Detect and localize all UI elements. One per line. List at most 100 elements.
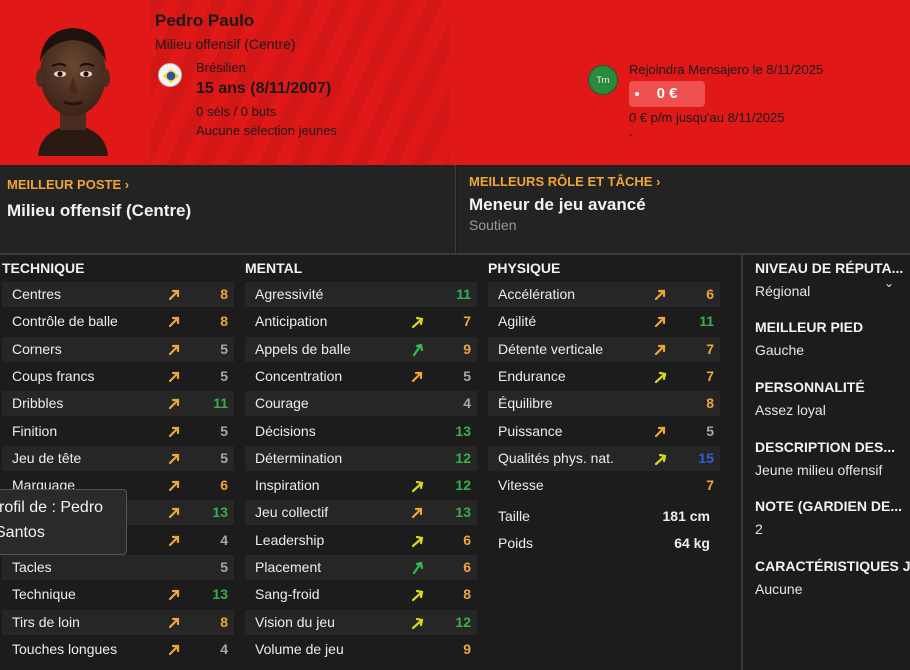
attribute-value: 13 xyxy=(212,586,228,603)
trend-arrow-icon xyxy=(168,506,182,520)
attribute-row[interactable]: Appels de balle 9 xyxy=(245,336,477,362)
attribute-row[interactable]: Décisions 13 xyxy=(245,419,477,444)
attribute-row[interactable]: Accélération 6 xyxy=(488,282,720,307)
info-item[interactable]: CARACTÉRISTIQUES J Aucune xyxy=(755,558,910,597)
attribute-row[interactable]: Vitesse 7 xyxy=(488,473,720,498)
technical-heading: TECHNIQUE xyxy=(2,260,85,276)
info-item[interactable]: MEILLEUR PIED Gauche xyxy=(755,319,910,358)
best-role-duty: Soutien xyxy=(469,217,517,233)
attribute-row[interactable]: Coups francs 5 xyxy=(2,364,234,389)
attribute-row[interactable]: Technique 13 xyxy=(2,582,234,607)
trend-arrow-icon xyxy=(168,588,182,602)
attribute-row[interactable]: Anticipation 7 xyxy=(245,309,477,334)
trend-arrow-icon xyxy=(168,343,182,357)
attribute-name: Sang-froid xyxy=(255,586,320,603)
trend-arrow-icon xyxy=(168,288,182,302)
attribute-value: 12 xyxy=(455,477,471,494)
weight-value: 64 kg xyxy=(674,535,710,551)
height-row: Taille 181 cm xyxy=(488,503,720,529)
trend-arrow-icon xyxy=(411,343,425,357)
attribute-row[interactable]: Endurance 7 xyxy=(488,364,720,389)
attribute-value: 5 xyxy=(220,559,228,575)
attribute-value: 12 xyxy=(455,613,471,630)
best-role-title[interactable]: MEILLEURS RÔLE ET TÂCHE xyxy=(469,174,660,189)
attribute-row[interactable]: Leadership 6 xyxy=(245,528,477,553)
attribute-row[interactable]: Sang-froid 8 xyxy=(245,582,477,607)
attribute-value: 5 xyxy=(463,367,471,384)
attribute-name: Décisions xyxy=(255,422,316,439)
attribute-row[interactable]: Contrôle de balle 8 xyxy=(2,309,234,334)
trend-arrow-icon xyxy=(411,561,425,575)
info-item[interactable]: DESCRIPTION DES... Jeune milieu offensif xyxy=(755,439,910,478)
attribute-row[interactable]: Inspiration 12 xyxy=(245,473,477,498)
attribute-name: Corners xyxy=(12,340,62,357)
attribute-row[interactable]: Placement 6 xyxy=(245,555,477,580)
tooltip-box: rofil de : Pedro Santos xyxy=(0,489,127,555)
brazil-flag-icon xyxy=(158,63,182,87)
attribute-row[interactable]: Volume de jeu 9 xyxy=(245,637,477,662)
trend-arrow-icon xyxy=(411,534,425,548)
club-badge-icon[interactable]: Trn xyxy=(588,65,618,95)
attribute-row[interactable]: Tirs de loin 8 xyxy=(2,609,234,635)
attribute-row[interactable]: Centres 8 xyxy=(2,282,234,307)
height-value: 181 cm xyxy=(662,508,710,524)
attribute-name: Dribbles xyxy=(12,395,64,412)
attribute-name: Détermination xyxy=(255,449,343,466)
info-item[interactable]: PERSONNALITÉ Assez loyal xyxy=(755,379,910,418)
attribute-row[interactable]: Dribbles 11 xyxy=(2,391,234,417)
attribute-value: 13 xyxy=(455,422,471,439)
attribute-row[interactable]: Courage 4 xyxy=(245,391,477,417)
attribute-row[interactable]: Jeu de tête 5 xyxy=(2,445,234,471)
attribute-value: 5 xyxy=(220,340,228,357)
info-value: Aucune xyxy=(755,581,803,597)
best-position-title[interactable]: MEILLEUR POSTE xyxy=(7,177,129,192)
trend-arrow-icon xyxy=(411,616,425,630)
attribute-row[interactable]: Agressivité 11 xyxy=(245,282,477,307)
attribute-row[interactable]: Puissance 5 xyxy=(488,419,720,444)
attribute-value: 6 xyxy=(463,559,471,575)
attribute-value: 7 xyxy=(706,340,714,357)
attribute-row[interactable]: Détente verticale 7 xyxy=(488,336,720,362)
trend-arrow-icon xyxy=(168,534,182,548)
attribute-row[interactable]: Corners 5 xyxy=(2,336,234,362)
trend-arrow-icon xyxy=(168,397,182,411)
info-item[interactable]: NOTE (GARDIEN DE... 2 xyxy=(755,498,910,537)
height-label: Taille xyxy=(498,508,530,524)
attribute-name: Finition xyxy=(12,422,58,439)
attribute-row[interactable]: Finition 5 xyxy=(2,419,234,444)
weight-label: Poids xyxy=(498,535,534,551)
attribute-name: Placement xyxy=(255,559,322,575)
player-caps: 0 séls / 0 buts xyxy=(196,104,277,119)
attribute-row[interactable]: Touches longues 4 xyxy=(2,637,234,662)
player-position: Milieu offensif (Centre) xyxy=(155,36,296,52)
attribute-row[interactable]: Qualités phys. nat. 15 xyxy=(488,445,720,471)
attribute-row[interactable]: Détermination 12 xyxy=(245,445,477,471)
trend-arrow-icon xyxy=(168,479,182,493)
attribute-value: 4 xyxy=(220,531,228,548)
attribute-row[interactable]: Jeu collectif 13 xyxy=(245,500,477,526)
future-transfer[interactable]: Rejoindra Mensajero le 8/11/2025 xyxy=(629,62,823,77)
attribute-row[interactable]: Vision du jeu 12 xyxy=(245,609,477,635)
attribute-name: Courage xyxy=(255,395,309,412)
tooltip: rofil de : Pedro Santos xyxy=(0,489,127,555)
trend-arrow-icon xyxy=(411,370,425,384)
transfer-fee-tag: 0 € xyxy=(629,81,705,107)
attribute-value: 9 xyxy=(463,640,471,657)
trend-arrow-icon xyxy=(654,343,668,357)
attribute-row[interactable]: Agilité 11 xyxy=(488,309,720,334)
attribute-value: 5 xyxy=(220,367,228,384)
info-label: NIVEAU DE RÉPUTA... xyxy=(755,260,904,276)
attribute-row[interactable]: Concentration 5 xyxy=(245,364,477,389)
attribute-row[interactable]: Tacles 5 xyxy=(2,555,234,580)
trend-arrow-icon xyxy=(168,452,182,466)
attribute-value: 15 xyxy=(698,449,714,466)
info-item[interactable]: NIVEAU DE RÉPUTA... Régional xyxy=(755,260,910,299)
player-age: 15 ans (8/11/2007) xyxy=(196,80,332,97)
attribute-name: Touches longues xyxy=(12,640,118,657)
tooltip-line-2: Santos xyxy=(0,524,45,541)
info-value: Jeune milieu offensif xyxy=(755,462,883,478)
attribute-row[interactable]: Équilibre 8 xyxy=(488,391,720,417)
attribute-name: Volume de jeu xyxy=(255,640,344,657)
best-position-panel: MEILLEUR POSTE Milieu offensif (Centre) xyxy=(0,165,456,253)
tooltip-line-1: rofil de : Pedro xyxy=(0,499,104,516)
